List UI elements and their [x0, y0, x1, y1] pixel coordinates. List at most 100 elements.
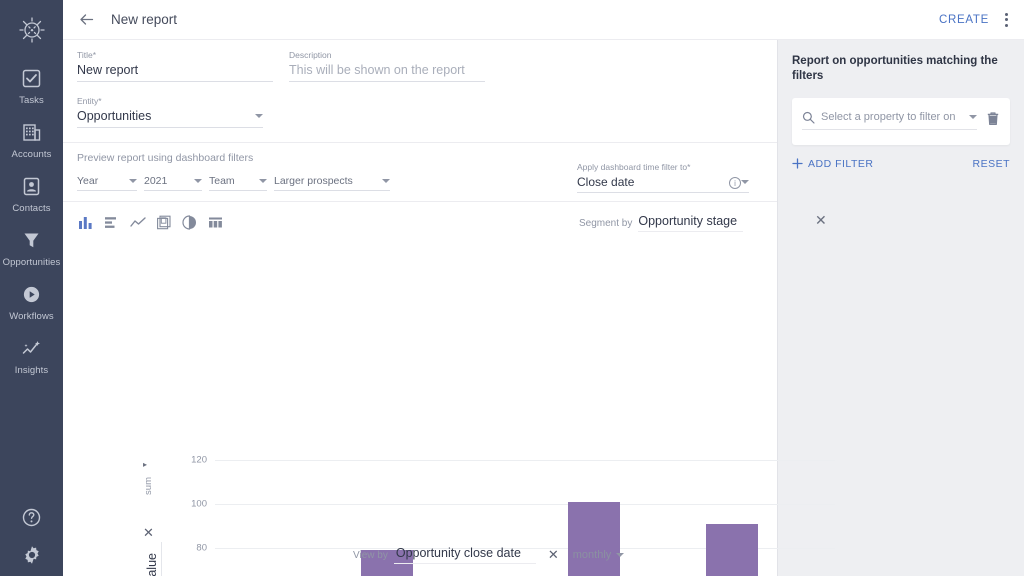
frequency-select[interactable]: monthly	[573, 549, 625, 561]
segment-by-label: Segment by	[579, 218, 632, 229]
view-by-value[interactable]: Opportunity close date	[394, 546, 536, 564]
property-filter-placeholder: Select a property to filter on	[821, 111, 969, 123]
topbar: New report CREATE	[63, 0, 1024, 40]
description-label: Description	[289, 50, 485, 60]
title-label: Title*	[77, 50, 273, 60]
chevron-down-icon	[259, 179, 267, 183]
reset-button[interactable]: RESET	[972, 158, 1010, 170]
body-split: Title* New report Description This will …	[63, 40, 1024, 576]
chevron-down-icon	[129, 179, 137, 183]
bar-segment[interactable]	[706, 524, 758, 576]
time-filter-select[interactable]: Close date	[577, 175, 749, 193]
bar-column[interactable]	[215, 460, 284, 576]
sparkle-chart-icon	[20, 336, 44, 360]
funnel-icon	[20, 228, 44, 252]
time-filter-group: Apply dashboard time filter to* Close da…	[577, 162, 749, 193]
chevron-right-icon[interactable]: ▸	[143, 460, 165, 469]
description-field-group: Description This will be shown on the re…	[289, 50, 485, 82]
segment-by-control: Segment by Opportunity stage ✕	[579, 214, 743, 232]
sidebar-item-label: Contacts	[12, 203, 50, 214]
filter-team-value: Team	[209, 175, 235, 187]
sidebar-item-contacts[interactable]: Contacts	[0, 174, 63, 214]
line-chart-icon[interactable]	[129, 214, 146, 231]
chevron-down-icon	[969, 115, 977, 119]
y-axis-tick: 100	[191, 499, 207, 510]
chevron-down-icon	[194, 179, 202, 183]
bar-column[interactable]	[697, 460, 766, 576]
sun-logo-icon[interactable]	[10, 8, 54, 52]
close-icon[interactable]: ✕	[143, 525, 165, 541]
create-button[interactable]: CREATE	[939, 14, 989, 26]
entity-field-group: Entity* Opportunities	[77, 96, 263, 128]
add-filter-button[interactable]: ADD FILTER	[792, 158, 873, 170]
bar-column[interactable]	[766, 460, 835, 576]
column-chart-icon[interactable]	[77, 214, 94, 231]
stacked-bar[interactable]	[706, 524, 758, 576]
single-value-card-icon[interactable]	[155, 214, 172, 231]
entity-select[interactable]: Opportunities	[77, 109, 263, 128]
filter-period-select[interactable]: Year	[77, 175, 137, 191]
main-content: New report CREATE Title* New report Desc	[63, 0, 1024, 576]
filter-year-select[interactable]: 2021	[144, 175, 202, 191]
frequency-value: monthly	[573, 549, 612, 561]
chevron-down-icon	[616, 553, 624, 557]
filter-team-select[interactable]: Team	[209, 175, 267, 191]
view-by-label: View by	[353, 550, 388, 561]
close-icon[interactable]: ✕	[548, 547, 559, 563]
pie-chart-icon[interactable]	[181, 214, 198, 231]
y-axis-tick: 120	[191, 455, 207, 466]
filter-segment-select[interactable]: Larger prospects	[274, 175, 390, 191]
chevron-down-icon	[382, 179, 390, 183]
kebab-menu-icon[interactable]	[1003, 9, 1010, 31]
bar-segment[interactable]	[568, 502, 620, 576]
description-input[interactable]: This will be shown on the report	[289, 63, 485, 82]
back-arrow-icon[interactable]	[75, 9, 97, 31]
report-editor-column: Title* New report Description This will …	[63, 40, 777, 576]
sidebar-item-opportunities[interactable]: Opportunities	[0, 228, 63, 268]
close-icon[interactable]: ✕	[815, 212, 827, 229]
bar-chart-icon[interactable]	[103, 214, 120, 231]
search-icon	[802, 111, 815, 124]
stacked-bar[interactable]	[568, 502, 620, 576]
sidebar-item-label: Opportunities	[3, 257, 61, 268]
preview-filters-section: Preview report using dashboard filters Y…	[63, 143, 777, 202]
segment-by-value[interactable]: Opportunity stage	[638, 214, 743, 232]
form-row-top: Title* New report Description This will …	[77, 50, 763, 82]
help-circle-icon[interactable]	[21, 506, 43, 528]
time-filter-label: Apply dashboard time filter to*	[577, 162, 749, 172]
checkbox-icon	[20, 66, 44, 90]
sidebar-item-workflows[interactable]: Workflows	[0, 282, 63, 322]
bar-column[interactable]	[284, 460, 353, 576]
property-filter-select[interactable]: Select a property to filter on	[802, 111, 977, 130]
title-input[interactable]: New report	[77, 63, 273, 82]
sidebar-item-label: Accounts	[12, 149, 52, 160]
plus-icon	[792, 158, 803, 169]
sidebar-item-insights[interactable]: Insights	[0, 336, 63, 376]
sidebar-item-accounts[interactable]: Accounts	[0, 120, 63, 160]
entity-value: Opportunities	[77, 109, 151, 123]
bar-column[interactable]	[628, 460, 697, 576]
chart-preview: Segment by Opportunity stage ✕ ▸ sum ✕ M…	[63, 202, 777, 576]
aggregation-select[interactable]: sum	[143, 477, 154, 495]
sidebar-item-tasks[interactable]: Tasks	[0, 66, 63, 106]
filter-period-value: Year	[77, 175, 98, 187]
measure-axis-divider	[161, 542, 162, 576]
topbar-actions: CREATE	[939, 9, 1010, 31]
building-icon	[20, 120, 44, 144]
table-icon[interactable]	[207, 214, 224, 231]
gear-icon[interactable]	[21, 544, 43, 566]
entity-label: Entity*	[77, 96, 263, 106]
add-filter-label: ADD FILTER	[808, 158, 873, 170]
play-circle-icon	[20, 282, 44, 306]
chart-type-toolbar: Segment by Opportunity stage ✕	[63, 202, 777, 236]
title-field-group: Title* New report	[77, 50, 273, 82]
info-icon[interactable]: i	[729, 177, 741, 189]
sidebar-item-label: Tasks	[19, 95, 44, 106]
filter-panel-title: Report on opportunities matching the fil…	[792, 54, 1010, 84]
measure-by-value[interactable]: Opportunity value	[145, 553, 159, 576]
app-root: Tasks Accounts Contacts Opportunities Wo	[0, 0, 1024, 576]
sidebar-bottom-actions	[0, 506, 63, 566]
y-axis-ticks: 020406080100120	[181, 460, 211, 576]
filter-row-card: Select a property to filter on	[792, 98, 1010, 145]
trash-icon[interactable]	[986, 111, 1000, 127]
